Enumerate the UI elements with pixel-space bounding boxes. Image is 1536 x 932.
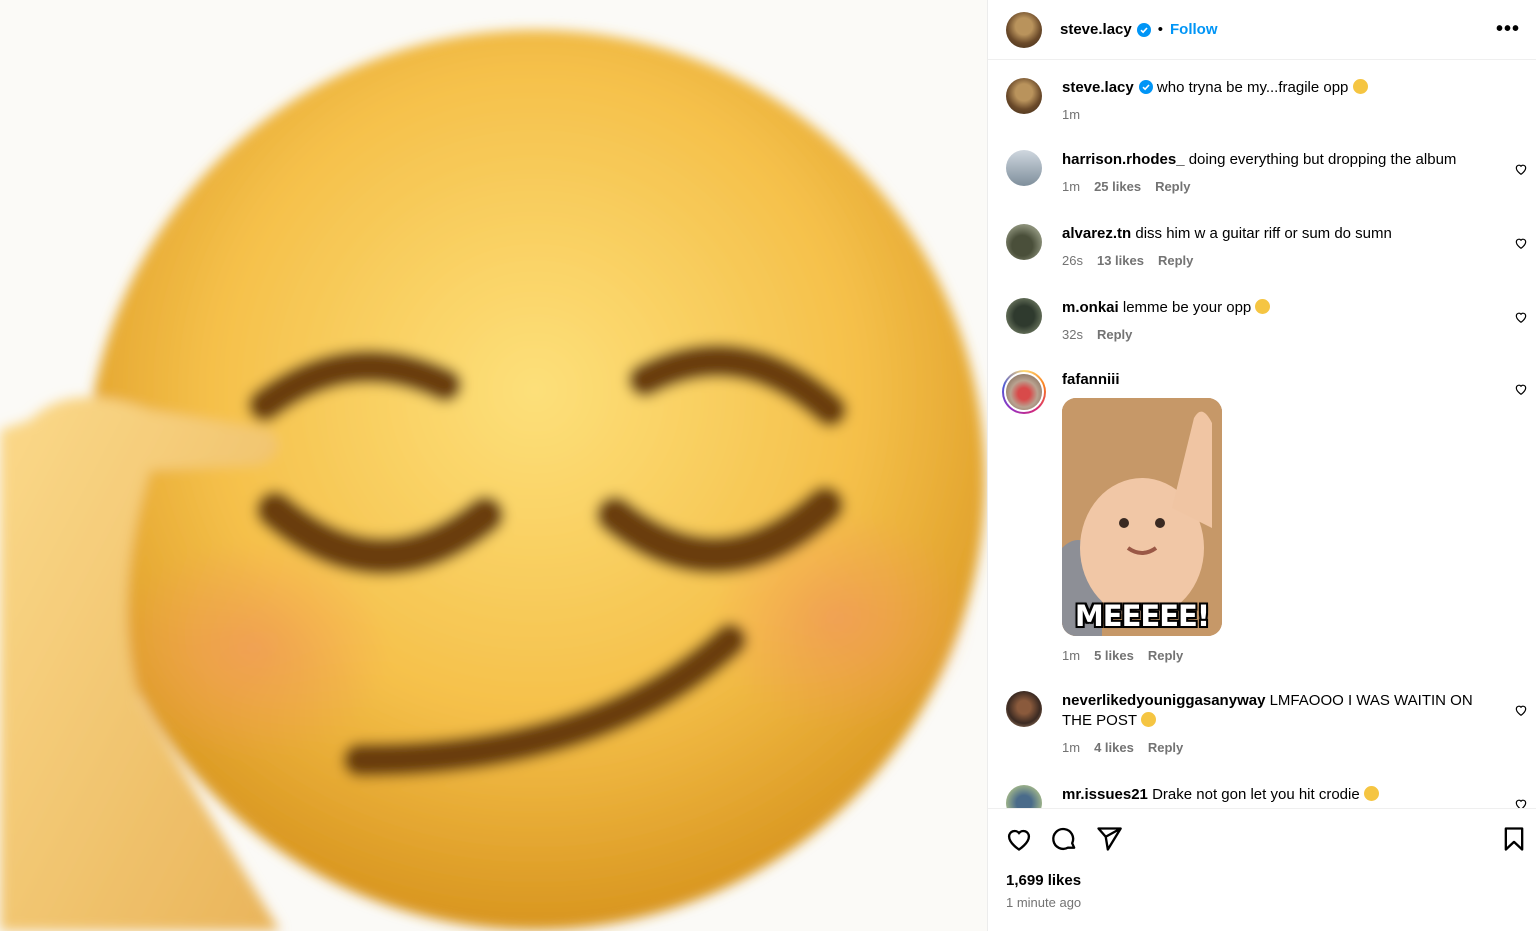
comment-row: harrison.rhodes_ doing everything but dr… xyxy=(1006,150,1536,197)
unamused-emoji-icon xyxy=(1255,299,1271,314)
comment-text: Drake not gon let you hit crodie xyxy=(1152,786,1360,803)
save-bookmark-icon[interactable] xyxy=(1500,825,1528,853)
comment-bubble-icon[interactable] xyxy=(1050,825,1078,853)
author-username[interactable]: steve.lacy xyxy=(1060,21,1132,38)
comment-time: 1m xyxy=(1062,648,1081,663)
comment-username[interactable]: fafanniii xyxy=(1062,371,1120,388)
comment-row: m.onkai lemme be your opp 32s Reply xyxy=(1006,298,1536,345)
like-comment-heart-icon[interactable] xyxy=(1514,382,1528,396)
comment-text: lemme be your opp xyxy=(1122,299,1252,316)
commenter-avatar[interactable] xyxy=(1006,691,1042,727)
comment-row: neverlikedyouniggasanyway LMFAOOO I WAS … xyxy=(1006,691,1536,758)
comment-time: 1m xyxy=(1062,179,1081,194)
comment-row: fafanniii MEEEEE! 1m 5 likes Reply xyxy=(1002,370,1536,666)
caption-time: 1m xyxy=(1062,107,1081,122)
commenter-avatar[interactable] xyxy=(1006,150,1042,186)
post-time-ago: 1 minute ago xyxy=(1006,895,1082,910)
comments-list[interactable]: steve.lacy who tryna be my...fragile opp… xyxy=(988,62,1536,808)
follow-button[interactable]: Follow xyxy=(1170,21,1218,38)
comment-likes[interactable]: 25 likes xyxy=(1094,177,1141,197)
comment-text: doing everything but dropping the album xyxy=(1188,151,1457,168)
like-heart-icon[interactable] xyxy=(1005,825,1033,853)
like-comment-heart-icon[interactable] xyxy=(1514,797,1528,808)
reply-button[interactable]: Reply xyxy=(1155,177,1190,197)
comment-likes[interactable]: 13 likes xyxy=(1097,251,1144,271)
comment-username[interactable]: neverlikedyouniggasanyway xyxy=(1062,692,1265,709)
verified-badge-icon xyxy=(1138,80,1153,94)
like-comment-heart-icon[interactable] xyxy=(1514,236,1528,250)
post-media[interactable] xyxy=(0,0,987,931)
commenter-avatar-story-ring[interactable] xyxy=(1002,370,1046,414)
comment-text: diss him w a guitar riff or sum do sumn xyxy=(1135,225,1392,242)
like-comment-heart-icon[interactable] xyxy=(1514,162,1528,176)
comment-row: alvarez.tn diss him w a guitar riff or s… xyxy=(1006,224,1536,271)
caption-text: who tryna be my...fragile opp xyxy=(1156,79,1349,96)
comment-time: 26s xyxy=(1062,253,1083,268)
commenter-avatar[interactable] xyxy=(1006,785,1042,808)
reply-button[interactable]: Reply xyxy=(1158,251,1193,271)
comment-time: 32s xyxy=(1062,327,1083,342)
commenter-avatar[interactable] xyxy=(1006,298,1042,334)
separator-dot: • xyxy=(1157,21,1163,38)
relieved-emoji-icon xyxy=(1352,79,1368,94)
author-avatar[interactable] xyxy=(1006,78,1042,114)
like-comment-heart-icon[interactable] xyxy=(1514,703,1528,717)
raising-hands-emoji-icon xyxy=(1363,786,1379,801)
verified-badge-icon xyxy=(1136,22,1151,37)
caption-username[interactable]: steve.lacy xyxy=(1062,79,1134,96)
post-actions-bar: 1,699 likes 1 minute ago xyxy=(988,808,1536,932)
like-comment-heart-icon[interactable] xyxy=(1514,310,1528,324)
comment-username[interactable]: mr.issues21 xyxy=(1062,786,1148,803)
author-avatar[interactable] xyxy=(1006,11,1042,48)
reply-button[interactable]: Reply xyxy=(1097,325,1132,345)
reply-button[interactable]: Reply xyxy=(1148,646,1183,666)
comment-username[interactable]: harrison.rhodes_ xyxy=(1062,151,1185,168)
comment-username[interactable]: alvarez.tn xyxy=(1062,225,1131,242)
comment-gif[interactable]: MEEEEE! xyxy=(1062,398,1222,636)
comment-likes[interactable]: 4 likes xyxy=(1094,738,1134,758)
comment-row: mr.issues21 Drake not gon let you hit cr… xyxy=(1006,785,1536,808)
laughing-emoji-icon xyxy=(1140,712,1156,727)
reply-button[interactable]: Reply xyxy=(1148,738,1183,758)
post-header: steve.lacy • Follow ••• xyxy=(988,0,1536,60)
post-sidebar: steve.lacy • Follow ••• steve.lacy who t… xyxy=(987,0,1536,931)
comment-time: 1m xyxy=(1062,740,1081,755)
share-send-icon[interactable] xyxy=(1095,825,1123,853)
gif-caption: MEEEEE! xyxy=(1074,599,1210,633)
comment-likes[interactable]: 5 likes xyxy=(1094,646,1134,666)
commenter-avatar[interactable] xyxy=(1006,224,1042,260)
smirk-emoji-image xyxy=(0,0,987,931)
more-options-icon[interactable]: ••• xyxy=(1496,18,1520,41)
likes-count[interactable]: 1,699 likes xyxy=(1006,872,1081,889)
caption-row: steve.lacy who tryna be my...fragile opp… xyxy=(1006,78,1536,125)
comment-username[interactable]: m.onkai xyxy=(1062,299,1119,316)
